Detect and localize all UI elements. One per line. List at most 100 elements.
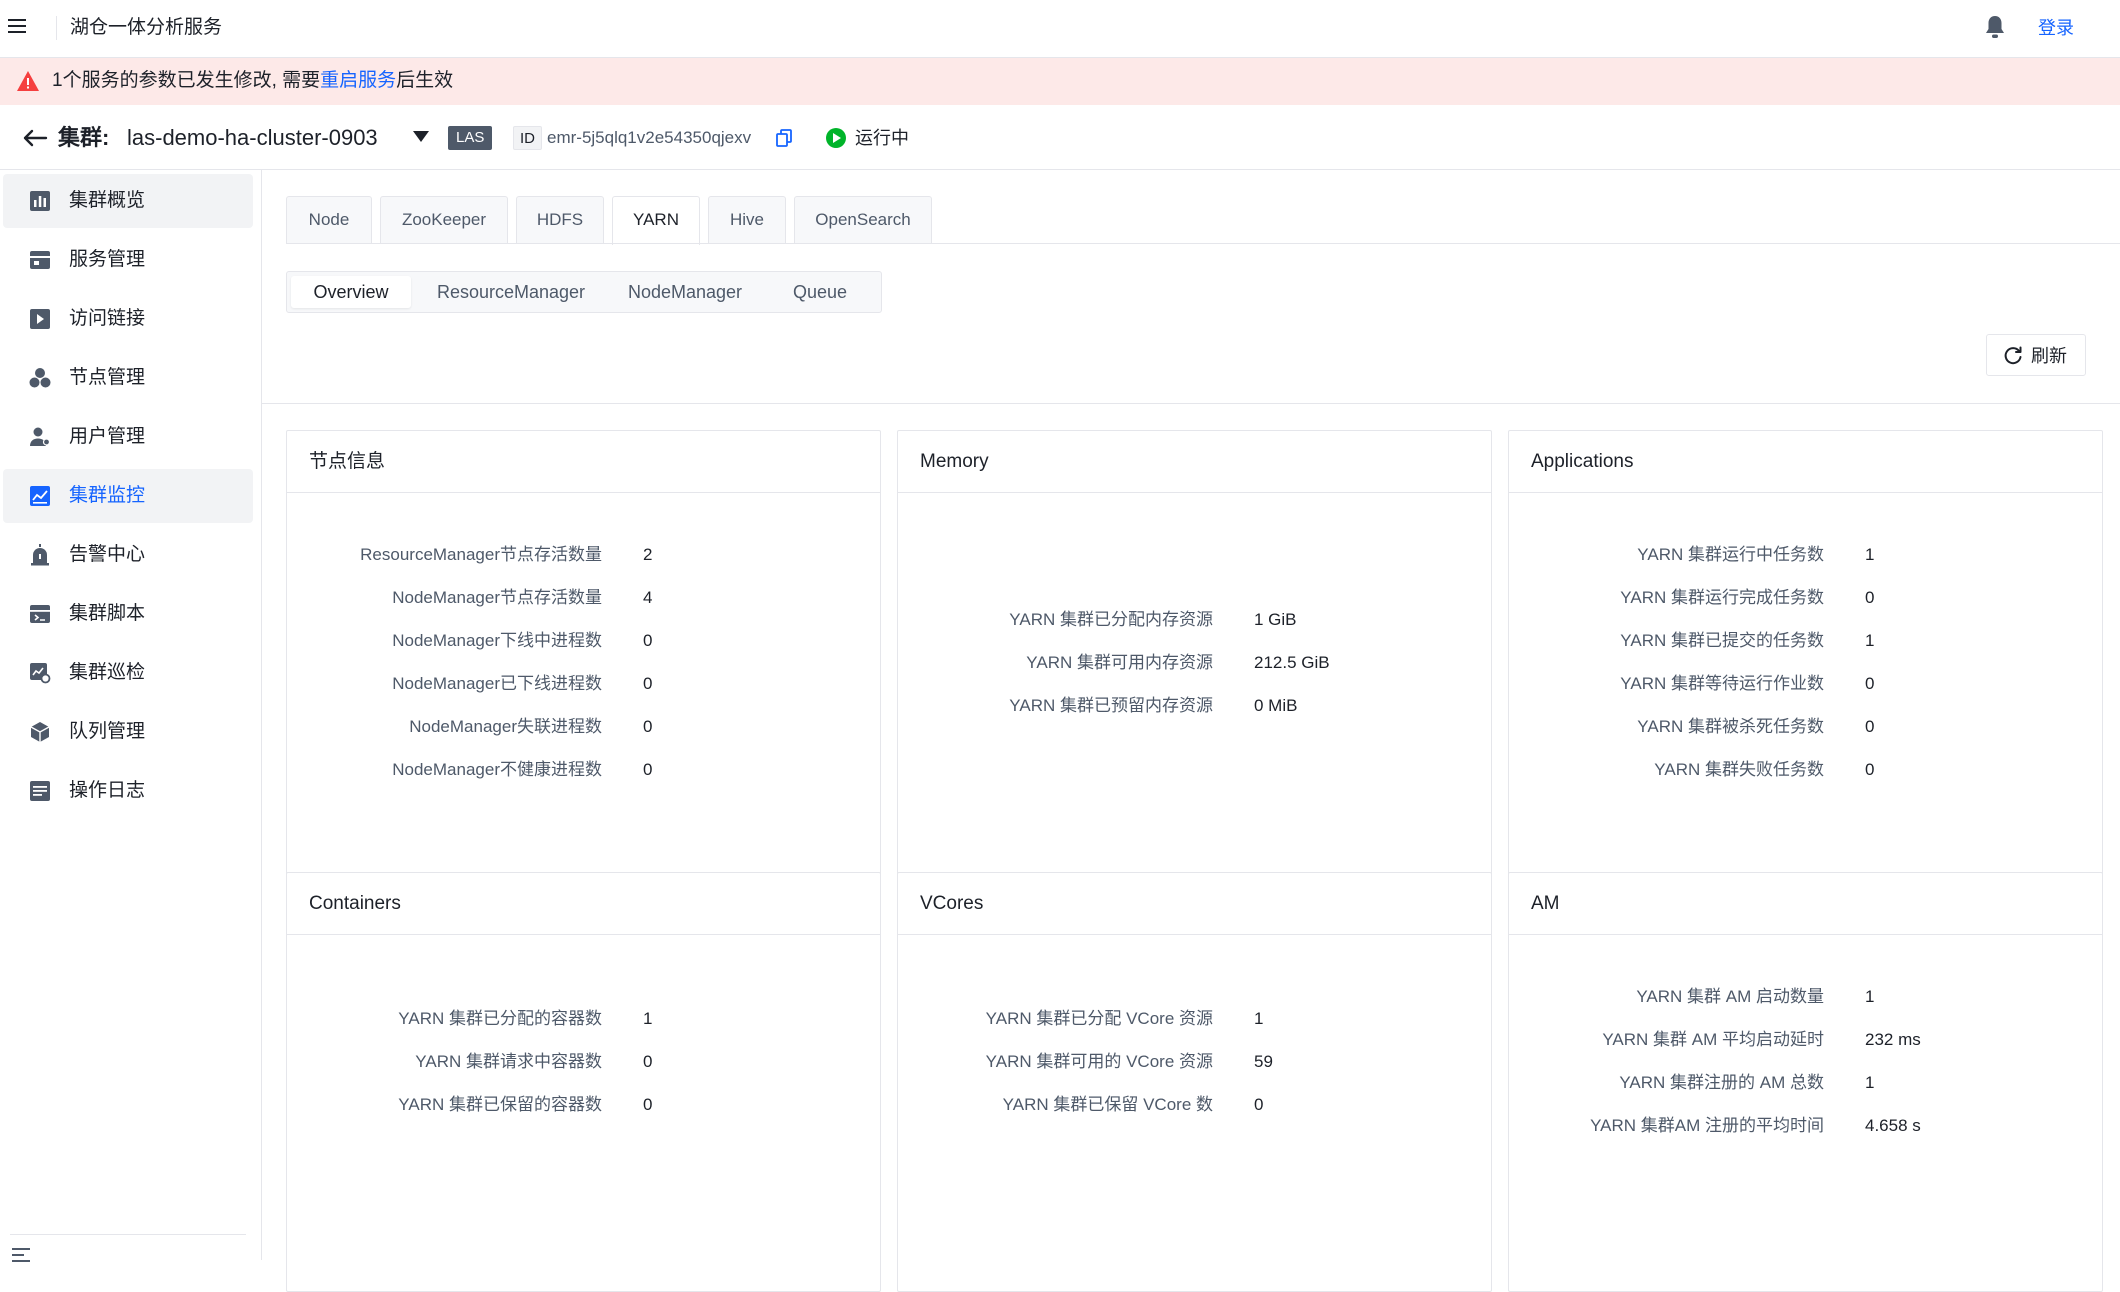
- log-icon: [30, 781, 50, 801]
- kv-value: 1: [1865, 631, 1875, 650]
- kv-row: NodeManager节点存活数量 4: [287, 583, 880, 613]
- kv-label: YARN 集群请求中容器数: [415, 1052, 602, 1071]
- kv-row: YARN 集群AM 注册的平均时间 4.658 s: [1509, 1111, 2102, 1141]
- card-vcores: VCores YARN 集群已分配 VCore 资源 1 YARN 集群可用的 V…: [897, 872, 1492, 1292]
- login-link[interactable]: 登录: [2038, 14, 2074, 42]
- tabs-underline: [286, 243, 2120, 244]
- kv-value: 59: [1254, 1052, 1273, 1071]
- top-divider: [56, 16, 57, 40]
- sidebar-item-queues[interactable]: 队列管理: [3, 705, 253, 759]
- kv-value: 1: [1865, 987, 1875, 1006]
- sidebar-item-services[interactable]: 服务管理: [3, 233, 253, 287]
- tab-zookeeper[interactable]: ZooKeeper: [380, 196, 508, 244]
- sidebar-divider: [10, 1234, 246, 1235]
- cluster-header: 集群: las-demo-ha-cluster-0903 LAS ID emr-…: [0, 105, 2120, 170]
- script-icon: [30, 605, 50, 623]
- app-title: 湖仓一体分析服务: [70, 17, 223, 38]
- top-bar: 湖仓一体分析服务 登录: [0, 0, 2120, 58]
- kv-row: YARN 集群已分配内存资源 1 GiB: [898, 605, 1491, 635]
- tab-hdfs[interactable]: HDFS: [516, 196, 604, 244]
- alert-message: 1个服务的参数已发生修改, 需要重启服务后生效: [52, 67, 453, 95]
- menu-icon[interactable]: [8, 19, 28, 35]
- kv-label: YARN 集群已保留的容器数: [398, 1095, 602, 1114]
- refresh-icon: [2004, 346, 2022, 365]
- kv-label: YARN 集群已保留 VCore 数: [1002, 1095, 1213, 1114]
- tab-yarn[interactable]: YARN: [612, 196, 700, 245]
- services-icon: [30, 251, 50, 269]
- sidebar-item-monitor[interactable]: 集群监控: [3, 469, 253, 523]
- sidebar-item-overview[interactable]: 集群概览: [3, 174, 253, 228]
- copy-icon[interactable]: [776, 129, 792, 147]
- kv-label: YARN 集群可用内存资源: [1026, 653, 1213, 672]
- sidebar-item-logs[interactable]: 操作日志: [3, 764, 253, 818]
- queue-icon: [30, 722, 50, 742]
- kv-label: NodeManager已下线进程数: [392, 674, 602, 693]
- kv-label: NodeManager不健康进程数: [392, 760, 602, 779]
- card-title: AM: [1531, 893, 1560, 914]
- sidebar: 集群概览 服务管理 访问链接 节点管理 用户管理 集群监控 告警中心 集群脚本 …: [0, 170, 262, 1262]
- tab-overview[interactable]: Overview: [291, 276, 411, 308]
- cluster-dropdown-icon[interactable]: [413, 131, 429, 142]
- tab-queue[interactable]: Queue: [771, 276, 869, 308]
- kv-value: 0: [643, 1095, 653, 1114]
- id-badge: ID: [513, 126, 542, 150]
- sidebar-item-label: 操作日志: [69, 780, 146, 801]
- cluster-type-badge: LAS: [448, 126, 493, 150]
- alert-banner: 1个服务的参数已发生修改, 需要重启服务后生效: [0, 58, 2120, 105]
- card-header: AM: [1509, 873, 2102, 935]
- sidebar-item-links[interactable]: 访问链接: [3, 292, 253, 346]
- cluster-status: 运行中: [855, 128, 909, 148]
- tab-hive[interactable]: Hive: [708, 196, 786, 244]
- kv-label: YARN 集群 AM 平均启动延时: [1602, 1030, 1824, 1049]
- kv-value: 0: [643, 1052, 653, 1071]
- bell-icon[interactable]: [1984, 14, 2006, 40]
- kv-row: YARN 集群已分配 VCore 资源 1: [898, 1004, 1491, 1034]
- kv-value: 212.5 GiB: [1254, 653, 1330, 672]
- kv-value: 2: [643, 545, 653, 564]
- kv-label: YARN 集群已提交的任务数: [1620, 631, 1824, 650]
- card-title: Containers: [309, 893, 401, 914]
- sidebar-item-label: 集群脚本: [69, 603, 146, 624]
- card-header: Applications: [1509, 431, 2102, 493]
- kv-row: YARN 集群可用内存资源 212.5 GiB: [898, 648, 1491, 678]
- back-arrow-icon[interactable]: [22, 125, 48, 151]
- kv-row: YARN 集群运行完成任务数 0: [1509, 583, 2102, 613]
- sidebar-item-scripts[interactable]: 集群脚本: [3, 587, 253, 641]
- refresh-button[interactable]: 刷新: [1986, 334, 2086, 376]
- kv-value: 1: [1865, 545, 1875, 564]
- sidebar-item-inspection[interactable]: 集群巡检: [3, 646, 253, 700]
- restart-service-link[interactable]: 重启服务: [320, 70, 396, 91]
- cluster-id: emr-5j5qlq1v2e54350qjexv: [547, 128, 752, 147]
- card-am: AM YARN 集群 AM 启动数量 1 YARN 集群 AM 平均启动延时 232…: [1508, 872, 2103, 1292]
- sidebar-item-label: 服务管理: [69, 249, 146, 270]
- tab-node[interactable]: Node: [286, 196, 372, 244]
- kv-row: NodeManager不健康进程数 0: [287, 755, 880, 785]
- kv-row: ResourceManager节点存活数量 2: [287, 540, 880, 570]
- kv-label: YARN 集群运行完成任务数: [1620, 588, 1824, 607]
- kv-row: NodeManager下线中进程数 0: [287, 626, 880, 656]
- kv-label: ResourceManager节点存活数量: [360, 545, 602, 564]
- kv-label: YARN 集群已分配内存资源: [1009, 610, 1213, 629]
- kv-row: YARN 集群已分配的容器数 1: [287, 1004, 880, 1034]
- content-divider: [262, 403, 2120, 404]
- sidebar-item-users[interactable]: 用户管理: [3, 410, 253, 464]
- sidebar-item-label: 节点管理: [69, 367, 146, 388]
- card-title: VCores: [920, 893, 984, 914]
- sidebar-item-nodes[interactable]: 节点管理: [3, 351, 253, 405]
- kv-value: 0: [643, 717, 653, 736]
- sidebar-item-alarms[interactable]: 告警中心: [3, 528, 253, 582]
- kv-row: YARN 集群被杀死任务数 0: [1509, 712, 2102, 742]
- kv-row: YARN 集群失败任务数 0: [1509, 755, 2102, 785]
- sidebar-item-label: 集群概览: [69, 190, 146, 211]
- kv-row: YARN 集群已保留的容器数 0: [287, 1090, 880, 1120]
- kv-label: YARN 集群失败任务数: [1654, 760, 1824, 779]
- card-header: 节点信息: [287, 431, 880, 493]
- overview-icon: [30, 191, 50, 211]
- kv-value: 1: [1865, 1073, 1875, 1092]
- tab-nodemanager[interactable]: NodeManager: [607, 276, 763, 308]
- link-icon: [30, 309, 50, 329]
- tab-resourcemanager[interactable]: ResourceManager: [423, 276, 599, 308]
- kv-value: 0 MiB: [1254, 696, 1298, 715]
- kv-value: 0: [643, 760, 653, 779]
- tab-opensearch[interactable]: OpenSearch: [794, 196, 932, 244]
